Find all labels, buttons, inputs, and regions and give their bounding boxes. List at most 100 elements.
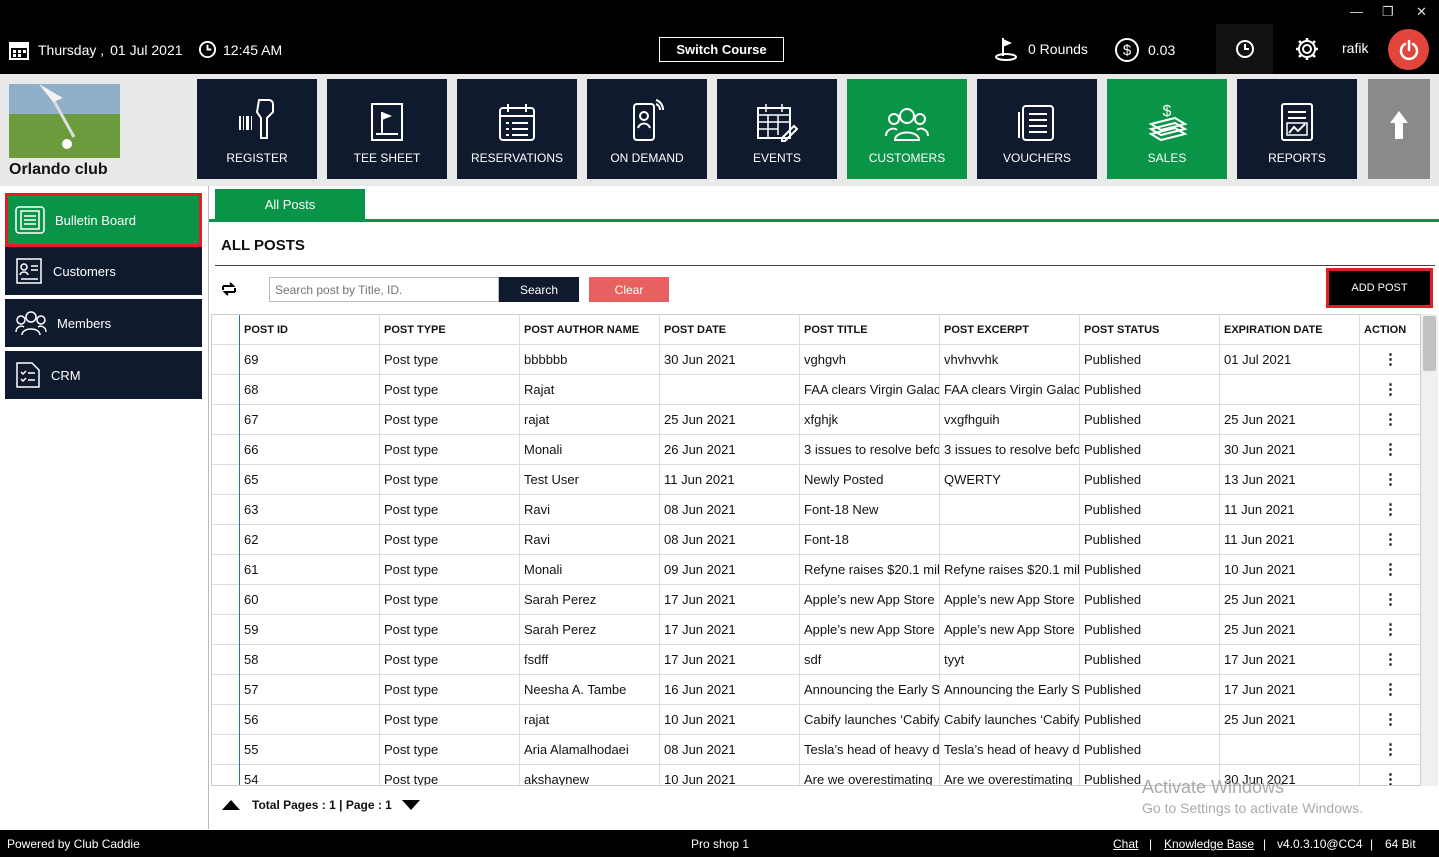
close-window-icon[interactable]: ✕ [1416, 4, 1427, 20]
chat-link[interactable]: Chat [1113, 837, 1138, 851]
column-header[interactable]: POST EXCERPT [940, 315, 1080, 345]
nav-tee-sheet[interactable]: TEE SHEET [327, 79, 447, 179]
table-row[interactable]: 65 Post type Test User 11 Jun 2021 Newly Pos… [212, 465, 1420, 495]
logout-button[interactable] [1388, 29, 1429, 70]
search-input[interactable] [269, 277, 499, 302]
sidebar-item-customers[interactable]: Customers [5, 247, 202, 295]
settings-button[interactable] [1294, 36, 1320, 62]
user-name[interactable]: rafik [1342, 40, 1368, 56]
nav-on-demand[interactable]: ON DEMAND [587, 79, 707, 179]
sidebar-item-crm[interactable]: CRM [5, 351, 202, 399]
table-cell: Tesla’s head of heavy duty [940, 735, 1080, 765]
restore-icon[interactable]: ❐ [1382, 4, 1394, 20]
row-action-menu[interactable]: ⋮ [1360, 735, 1420, 765]
row-action-menu[interactable]: ⋮ [1360, 405, 1420, 435]
table-row[interactable]: 69 Post type bbbbbb 30 Jun 2021 vghgvh vhvhv… [212, 345, 1420, 375]
row-action-menu[interactable]: ⋮ [1360, 765, 1420, 785]
tab-bar: All Posts [209, 186, 1439, 222]
clear-button[interactable]: Clear [589, 277, 669, 302]
table-row[interactable]: 66 Post type Monali 26 Jun 2021 3 issues to … [212, 435, 1420, 465]
row-action-menu[interactable]: ⋮ [1360, 465, 1420, 495]
table-cell: Cabify launches ‘Cabify [940, 705, 1080, 735]
collapse-nav-button[interactable] [1368, 79, 1430, 179]
row-action-menu[interactable]: ⋮ [1360, 615, 1420, 645]
column-header[interactable]: POST ID [240, 315, 380, 345]
row-action-menu[interactable]: ⋮ [1360, 495, 1420, 525]
table-row[interactable]: 60 Post type Sarah Perez 17 Jun 2021 Apple’s… [212, 585, 1420, 615]
add-post-button[interactable]: ADD POST [1326, 268, 1433, 308]
column-header[interactable]: EXPIRATION DATE [1220, 315, 1360, 345]
table-row[interactable]: 55 Post type Aria Alamalhodaei 08 Jun 2021 T… [212, 735, 1420, 765]
refresh-icon[interactable] [220, 280, 238, 298]
knowledge-base-link[interactable]: Knowledge Base [1164, 837, 1254, 851]
table-cell: 11 Jun 2021 [1220, 525, 1360, 555]
table-row[interactable]: 58 Post type fsdff 17 Jun 2021 sdf tyyt Publis… [212, 645, 1420, 675]
table-cell: Published [1080, 735, 1220, 765]
table-cell: 68 [240, 375, 380, 405]
tab-all-posts[interactable]: All Posts [215, 189, 365, 219]
column-header[interactable]: POST AUTHOR NAME [520, 315, 660, 345]
sidebar: Bulletin Board Customers Members CRM [0, 186, 209, 829]
nav-events[interactable]: EVENTS [717, 79, 837, 179]
table-row[interactable]: 56 Post type rajat 10 Jun 2021 Cabify launch… [212, 705, 1420, 735]
next-page-icon[interactable] [401, 800, 420, 810]
table-row[interactable]: 59 Post type Sarah Perez 17 Jun 2021 Apple’s… [212, 615, 1420, 645]
time-clock-button[interactable] [1216, 24, 1273, 74]
switch-course-button[interactable]: Switch Course [659, 37, 784, 62]
table-cell: Post type [380, 345, 520, 375]
table-cell: Sarah Perez [520, 615, 660, 645]
row-action-menu[interactable]: ⋮ [1360, 645, 1420, 675]
table-cell: 17 Jun 2021 [1220, 645, 1360, 675]
nav-reservations[interactable]: RESERVATIONS [457, 79, 577, 179]
nav-vouchers[interactable]: VOUCHERS [977, 79, 1097, 179]
power-icon [1399, 39, 1418, 60]
table-cell: 56 [240, 705, 380, 735]
row-action-menu[interactable]: ⋮ [1360, 525, 1420, 555]
table-cell: Ravi [520, 495, 660, 525]
nav-register[interactable]: REGISTER [197, 79, 317, 179]
table-cell: 09 Jun 2021 [660, 555, 800, 585]
prev-page-icon[interactable] [222, 800, 240, 810]
money-icon: $ [1148, 103, 1188, 142]
row-action-menu[interactable]: ⋮ [1360, 555, 1420, 585]
row-action-menu[interactable]: ⋮ [1360, 345, 1420, 375]
column-header[interactable]: POST TITLE [800, 315, 940, 345]
column-header[interactable]: ACTION [1360, 315, 1420, 345]
table-scrollbar[interactable] [1421, 314, 1438, 786]
table-row[interactable]: 68 Post type Rajat FAA clears Virgin Galact… [212, 375, 1420, 405]
row-action-menu[interactable]: ⋮ [1360, 375, 1420, 405]
search-button[interactable]: Search [499, 277, 579, 302]
row-action-menu[interactable]: ⋮ [1360, 675, 1420, 705]
table-row[interactable]: 61 Post type Monali 09 Jun 2021 Refyne raise… [212, 555, 1420, 585]
sidebar-item-members[interactable]: Members [5, 299, 202, 347]
table-cell: 10 Jun 2021 [660, 705, 800, 735]
table-cell: Published [1080, 495, 1220, 525]
table-cell: Monali [520, 435, 660, 465]
table-row[interactable]: 57 Post type Neesha A. Tambe 16 Jun 2021 Ann… [212, 675, 1420, 705]
golf-flag-icon [995, 38, 1017, 61]
nav-sales[interactable]: $ SALES [1107, 79, 1227, 179]
column-header[interactable]: POST TYPE [380, 315, 520, 345]
table-row[interactable]: 67 Post type rajat 25 Jun 2021 xfghjk vxgfhgu… [212, 405, 1420, 435]
activation-watermark: Activate Windows [1142, 777, 1285, 797]
nav-customers[interactable]: CUSTOMERS [847, 79, 967, 179]
row-action-menu[interactable]: ⋮ [1360, 585, 1420, 615]
table-cell: Published [1080, 345, 1220, 375]
gear-icon [1296, 38, 1318, 60]
table-cell: 25 Jun 2021 [1220, 615, 1360, 645]
row-action-menu[interactable]: ⋮ [1360, 705, 1420, 735]
table-row[interactable]: 62 Post type Ravi 08 Jun 2021 Font-18 Publish… [212, 525, 1420, 555]
nav-reports[interactable]: REPORTS [1237, 79, 1357, 179]
minimize-icon[interactable]: — [1350, 4, 1363, 19]
column-header[interactable]: POST STATUS [1080, 315, 1220, 345]
scroll-thumb[interactable] [1423, 316, 1436, 371]
row-action-menu[interactable]: ⋮ [1360, 435, 1420, 465]
column-header[interactable]: POST DATE [660, 315, 800, 345]
table-cell: 66 [240, 435, 380, 465]
table-row[interactable]: 63 Post type Ravi 08 Jun 2021 Font-18 New Pub… [212, 495, 1420, 525]
table-cell: Announcing the Early Stage [940, 675, 1080, 705]
sidebar-item-bulletin-board[interactable]: Bulletin Board [5, 193, 202, 247]
table-cell: Post type [380, 765, 520, 785]
table-cell: Post type [380, 435, 520, 465]
club-logo [9, 84, 120, 158]
